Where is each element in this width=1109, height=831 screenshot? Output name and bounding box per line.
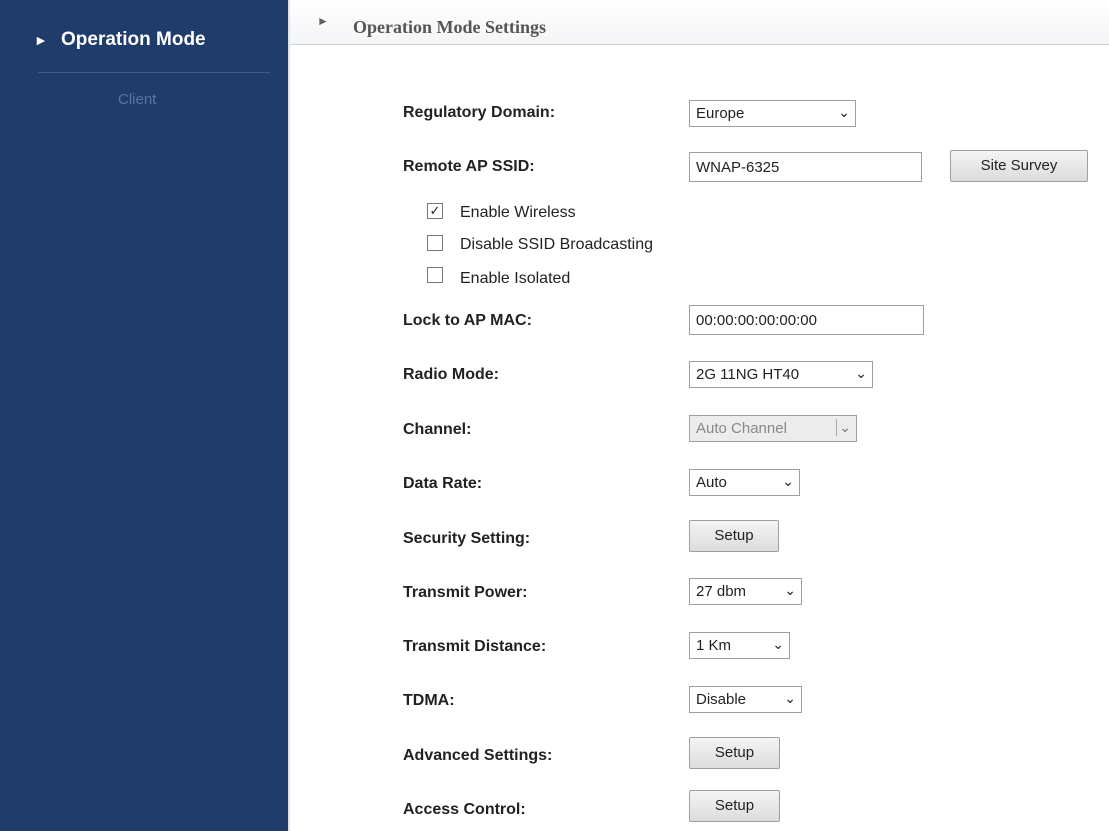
radio-mode-select[interactable]: 2G 11NG HT40 ⌄ <box>689 361 873 388</box>
transmit-power-label: Transmit Power: <box>403 584 528 601</box>
advanced-settings-label: Advanced Settings: <box>403 747 553 764</box>
tdma-value: Disable <box>696 691 747 708</box>
sidebar-subitem-client[interactable]: Client <box>118 91 156 108</box>
triangle-right-icon: ► <box>34 32 48 48</box>
enable-isolated-label: Enable Isolated <box>460 270 571 287</box>
chevron-down-icon: ⌄ <box>836 419 851 436</box>
remote-ap-ssid-label: Remote AP SSID: <box>403 158 535 175</box>
channel-label: Channel: <box>403 421 472 438</box>
sidebar-divider <box>38 72 270 73</box>
lock-to-ap-mac-input[interactable]: 00:00:00:00:00:00 <box>689 305 924 335</box>
advanced-setup-button[interactable]: Setup <box>689 737 780 769</box>
channel-select: Auto Channel ⌄ <box>689 415 857 442</box>
data-rate-label: Data Rate: <box>403 475 483 492</box>
transmit-distance-label: Transmit Distance: <box>403 638 547 655</box>
disable-ssid-broadcasting-checkbox[interactable] <box>427 235 443 251</box>
sidebar-edge <box>288 0 290 831</box>
remote-ap-ssid-input[interactable]: WNAP-6325 <box>689 152 922 182</box>
regulatory-domain-value: Europe <box>696 105 745 122</box>
enable-wireless-checkbox[interactable]: ✓ <box>427 203 443 219</box>
sidebar: ► Operation Mode Client <box>0 0 288 831</box>
sidebar-item-operation-mode[interactable]: ► Operation Mode <box>0 14 288 70</box>
tdma-select[interactable]: Disable ⌄ <box>689 686 802 713</box>
disable-ssid-broadcasting-label: Disable SSID Broadcasting <box>460 236 653 253</box>
triangle-right-icon: ► <box>317 14 329 28</box>
tdma-label: TDMA: <box>403 692 455 709</box>
access-control-setup-button[interactable]: Setup <box>689 790 780 822</box>
regulatory-domain-label: Regulatory Domain: <box>403 104 556 121</box>
regulatory-domain-select[interactable]: Europe ⌄ <box>689 100 856 127</box>
lock-to-ap-mac-label: Lock to AP MAC: <box>403 312 532 329</box>
data-rate-value: Auto <box>696 474 727 491</box>
enable-isolated-checkbox[interactable] <box>427 267 443 283</box>
transmit-power-select[interactable]: 27 dbm ⌄ <box>689 578 802 605</box>
chevron-down-icon: ⌄ <box>772 636 784 652</box>
data-rate-select[interactable]: Auto ⌄ <box>689 469 800 496</box>
transmit-distance-select[interactable]: 1 Km ⌄ <box>689 632 790 659</box>
enable-wireless-label: Enable Wireless <box>460 204 576 221</box>
section-header: ► Operation Mode Settings <box>290 0 1109 45</box>
chevron-down-icon: ⌄ <box>784 690 796 706</box>
chevron-down-icon: ⌄ <box>855 365 867 381</box>
radio-mode-value: 2G 11NG HT40 <box>696 366 800 383</box>
sidebar-item-label: Operation Mode <box>61 29 206 50</box>
chevron-down-icon: ⌄ <box>784 582 796 598</box>
lock-to-ap-mac-value: 00:00:00:00:00:00 <box>696 312 817 329</box>
security-setting-label: Security Setting: <box>403 530 531 547</box>
channel-value: Auto Channel <box>696 420 787 437</box>
transmit-distance-value: 1 Km <box>696 637 732 654</box>
site-survey-button[interactable]: Site Survey <box>950 150 1088 182</box>
security-setup-button[interactable]: Setup <box>689 520 779 552</box>
remote-ap-ssid-value: WNAP-6325 <box>696 159 780 176</box>
page-title: Operation Mode Settings <box>353 17 546 37</box>
radio-mode-label: Radio Mode: <box>403 366 499 383</box>
chevron-down-icon: ⌄ <box>782 473 794 489</box>
chevron-down-icon: ⌄ <box>838 104 850 120</box>
access-control-label: Access Control: <box>403 801 526 818</box>
transmit-power-value: 27 dbm <box>696 583 747 600</box>
